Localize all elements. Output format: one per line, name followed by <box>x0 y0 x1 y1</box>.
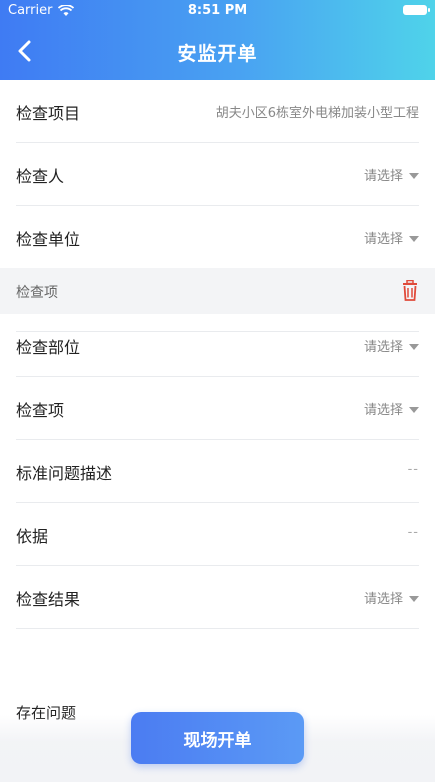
value-text: 请选择 <box>363 340 403 355</box>
value-text: 请选择 <box>363 169 403 184</box>
select-value[interactable]: 请选择 <box>364 588 419 607</box>
select-value[interactable]: 请选择 <box>364 399 419 418</box>
form-row: 依据 -- <box>16 503 419 566</box>
status-time: 8:51 PM <box>187 3 248 18</box>
nav-bar: 安监开单 <box>0 28 435 74</box>
header: Carrier 8:51 PM 安监开单 <box>0 0 435 80</box>
form-row[interactable]: 检查部位 请选择 <box>16 314 419 377</box>
form-group-inspection: 检查部位 请选择 检查项 请选择 标准问题描述 -- 依据 -- 检查结果 请选择 <box>0 314 435 629</box>
form-row-label: 检查项目 <box>16 104 81 123</box>
form-row-label: 检查项 <box>16 401 65 420</box>
value-text: -- <box>407 462 419 477</box>
status-bar: Carrier 8:51 PM <box>0 0 435 22</box>
caret-down-icon <box>409 343 419 350</box>
form-row: 标准问题描述 -- <box>16 440 419 503</box>
form-row-label: 依据 <box>16 527 49 546</box>
battery-icon <box>403 5 430 15</box>
readonly-value: -- <box>408 525 419 540</box>
page-title: 安监开单 <box>177 43 258 65</box>
form-row[interactable]: 检查单位 请选择 <box>16 206 419 269</box>
select-value[interactable]: 请选择 <box>364 228 419 247</box>
value-text: 请选择 <box>363 232 403 247</box>
form-row: 检查项目 胡夫小区6栋室外电梯加装小型工程 <box>16 80 419 143</box>
select-value[interactable]: 请选择 <box>364 336 419 355</box>
value-text: 胡夫小区6栋室外电梯加装小型工程 <box>215 106 419 121</box>
caret-down-icon <box>409 406 419 413</box>
section-title: 检查项 <box>16 285 58 301</box>
section-header-inspection-item: 检查项 <box>0 268 435 314</box>
select-value[interactable]: 请选择 <box>364 165 419 184</box>
form-row[interactable]: 检查项 请选择 <box>16 377 419 440</box>
form-row-label: 检查结果 <box>16 590 81 609</box>
form-row-label: 检查单位 <box>16 230 81 249</box>
form-row[interactable]: 检查结果 请选择 <box>16 566 419 629</box>
readonly-value: 胡夫小区6栋室外电梯加装小型工程 <box>216 102 419 121</box>
submit-button[interactable]: 现场开单 <box>131 712 304 764</box>
value-text: 请选择 <box>363 403 403 418</box>
form-row-label: 检查部位 <box>16 338 81 357</box>
form-row-label: 标准问题描述 <box>16 464 113 483</box>
value-text: 请选择 <box>363 592 403 607</box>
value-text: -- <box>407 525 419 540</box>
caret-down-icon <box>409 595 419 602</box>
trash-icon[interactable] <box>401 280 419 302</box>
form-row-label: 检查人 <box>16 167 65 186</box>
caret-down-icon <box>409 172 419 179</box>
caret-down-icon <box>409 235 419 242</box>
form-row[interactable]: 检查人 请选择 <box>16 143 419 206</box>
readonly-value: -- <box>408 462 419 477</box>
